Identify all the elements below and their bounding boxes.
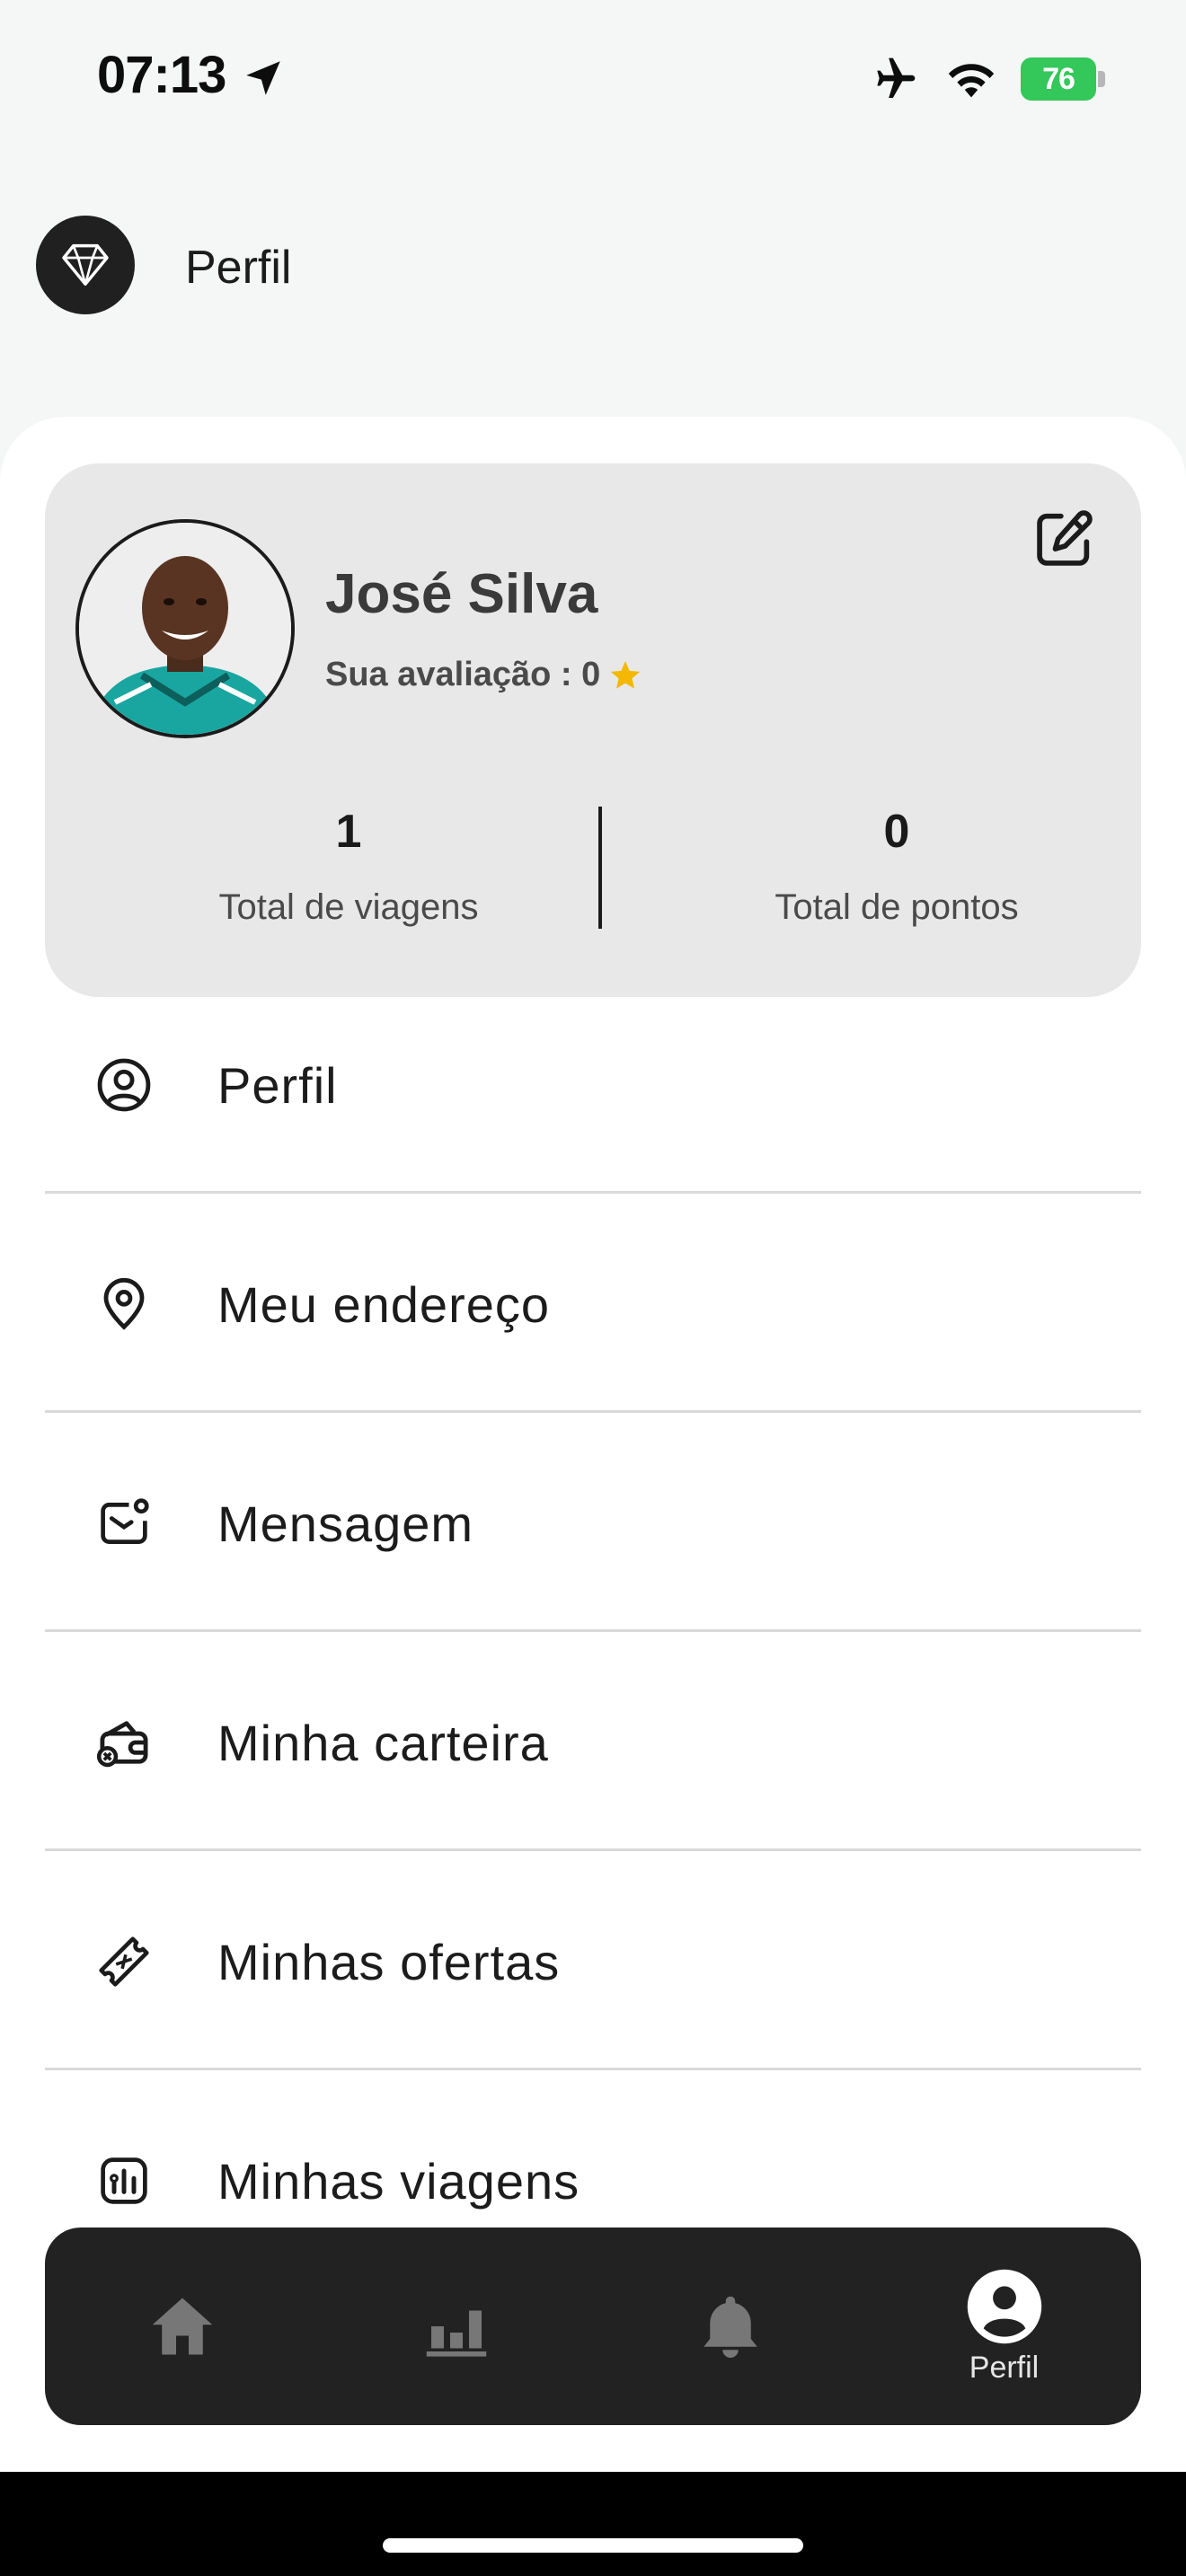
home-indicator[interactable]: [383, 2538, 803, 2553]
menu-item-mensagem[interactable]: Mensagem: [45, 1414, 1141, 1633]
location-arrow-icon: [246, 61, 280, 95]
wallet-icon: [92, 1710, 156, 1775]
menu-item-meu-endereco[interactable]: Meu endereço: [45, 1195, 1141, 1414]
avatar-photo: [79, 523, 291, 735]
menu-item-label: Minhas ofertas: [217, 1933, 561, 1990]
avatar[interactable]: [75, 519, 295, 738]
stat-value: 1: [335, 806, 362, 858]
bar-chart-icon: [426, 2310, 486, 2357]
bell-icon: [703, 2296, 757, 2358]
user-circle-icon: [92, 1053, 156, 1117]
battery-level: 76: [1021, 57, 1096, 101]
rating-label: Sua avaliação : 0: [325, 656, 601, 693]
diamond-icon: [62, 243, 109, 287]
menu-item-label: Meu endereço: [217, 1275, 551, 1333]
menu-item-label: Mensagem: [217, 1495, 474, 1552]
profile-icon: [967, 2269, 1041, 2343]
airplane-icon: [877, 57, 916, 98]
menu-divider: [45, 1629, 1141, 1632]
menu-divider: [45, 2068, 1141, 2070]
wifi-icon: [948, 64, 995, 98]
stat-total-trips: 1 Total de viagens: [97, 805, 600, 928]
home-icon: [152, 2298, 212, 2355]
menu-divider: [45, 1848, 1141, 1851]
battery-icon: 76: [1021, 57, 1105, 101]
profile-card: José Silva Sua avaliação : 0 1 Total de …: [45, 463, 1141, 997]
status-time: 07:13: [97, 46, 226, 104]
menu-item-minha-carteira[interactable]: Minha carteira: [45, 1633, 1141, 1852]
page-title: Perfil: [185, 242, 292, 294]
menu-item-minhas-ofertas[interactable]: Minhas ofertas: [45, 1852, 1141, 2071]
stat-divider: [598, 807, 602, 929]
home-indicator-area: [0, 2472, 1186, 2576]
message-icon: [92, 1491, 156, 1556]
menu-item-perfil[interactable]: Perfil: [45, 975, 1141, 1195]
ticket-icon: [92, 1929, 156, 1994]
user-rating: Sua avaliação : 0: [325, 656, 643, 694]
stat-label: Total de pontos: [774, 887, 1019, 927]
menu-item-label: Minhas viagens: [217, 2152, 580, 2210]
star-icon: [611, 660, 641, 689]
location-pin-icon: [92, 1272, 156, 1337]
nav-profile-label: Perfil: [969, 2350, 1040, 2385]
trips-chart-icon: [92, 2148, 156, 2213]
stat-label: Total de viagens: [218, 887, 479, 927]
nav-notifications[interactable]: [593, 2228, 867, 2425]
menu-divider: [45, 1410, 1141, 1413]
battery-tip: [1098, 71, 1105, 87]
diamond-logo-icon[interactable]: [36, 216, 135, 314]
nav-home[interactable]: [45, 2228, 319, 2425]
user-name: José Silva: [325, 563, 598, 625]
menu-item-label: Minha carteira: [217, 1714, 549, 1771]
nav-stats[interactable]: [319, 2228, 593, 2425]
bottom-nav: Perfil: [45, 2228, 1141, 2425]
status-bar: 07:13 76: [0, 0, 1186, 162]
nav-profile[interactable]: Perfil: [867, 2228, 1141, 2425]
edit-icon[interactable]: [1030, 505, 1098, 573]
stat-value: 0: [883, 806, 910, 858]
menu-divider: [45, 1191, 1141, 1194]
stat-total-points: 0 Total de pontos: [645, 805, 1148, 928]
menu-item-label: Perfil: [217, 1056, 338, 1114]
